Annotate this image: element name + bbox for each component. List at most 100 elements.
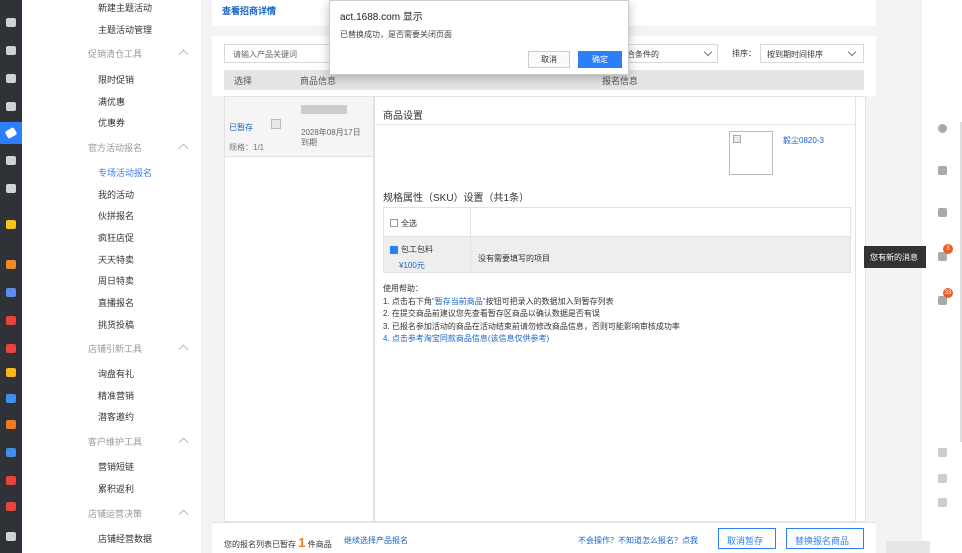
help-title: 使用帮助： bbox=[383, 284, 423, 293]
cancel-save-button[interactable]: 取消暂存 bbox=[718, 528, 776, 549]
home-icon[interactable] bbox=[4, 16, 18, 28]
sidebar-item-invite[interactable]: 潜客邀约 bbox=[98, 410, 134, 423]
box-icon[interactable] bbox=[4, 100, 18, 112]
panel-scrollbar[interactable] bbox=[855, 97, 865, 521]
dialog-ok-button[interactable]: 确定 bbox=[578, 51, 622, 68]
chevron-up-icon[interactable] bbox=[178, 437, 189, 448]
sidebar-item-coupon[interactable]: 优惠券 bbox=[98, 116, 125, 129]
sort-label: 排序： bbox=[732, 49, 756, 58]
back-to-top-icon[interactable] bbox=[938, 498, 947, 507]
list-icon[interactable] bbox=[4, 72, 18, 84]
sku-row: 包工包料 没有需要填写的项目 bbox=[384, 237, 850, 272]
chevron-up-icon[interactable] bbox=[178, 49, 189, 60]
sidebar-group-acquire[interactable]: 店铺引新工具 bbox=[88, 342, 142, 355]
sku-price: ¥100元 bbox=[399, 261, 425, 270]
sidebar-item-theme-manage[interactable]: 主题活动管理 bbox=[98, 23, 152, 36]
ticket-icon[interactable] bbox=[4, 418, 18, 430]
chevron-down-icon bbox=[703, 47, 713, 57]
red-app-icon[interactable] bbox=[4, 500, 18, 512]
select-all-label: 全选 bbox=[401, 219, 417, 228]
sidebar-item-live[interactable]: 直播报名 bbox=[98, 296, 134, 309]
new-message-tooltip: 您有新的消息 bbox=[864, 246, 926, 268]
app-icon-rail bbox=[0, 0, 22, 553]
sidebar-group-official[interactable]: 官方活动报名 bbox=[88, 141, 142, 154]
dialog-message: 已替换成功，是否需要关闭页面 bbox=[340, 30, 452, 39]
spec-count: 规格：1/1 bbox=[229, 143, 265, 152]
grid-icon[interactable] bbox=[4, 530, 18, 542]
sidebar-item-inquiry-gift[interactable]: 询盘有礼 bbox=[98, 367, 134, 380]
sidebar-item-sunday-sale[interactable]: 周日特卖 bbox=[98, 274, 134, 287]
bus-icon[interactable] bbox=[4, 314, 18, 326]
globe-icon[interactable] bbox=[4, 392, 18, 404]
sort-select[interactable]: 按到期时间排序 bbox=[760, 44, 864, 63]
notice-badge: 33 bbox=[943, 288, 953, 298]
chevron-up-icon[interactable] bbox=[178, 344, 189, 355]
sidebar-item-short-link[interactable]: 营销短链 bbox=[98, 460, 134, 473]
coin-icon[interactable] bbox=[4, 366, 18, 378]
replace-product-button[interactable]: 替换报名商品 bbox=[786, 528, 864, 549]
tag-icon[interactable] bbox=[0, 122, 22, 144]
star-icon[interactable] bbox=[4, 218, 18, 230]
sidebar-item-precise-marketing[interactable]: 精准营销 bbox=[98, 389, 134, 402]
sidebar-item-group-buy[interactable]: 伙拼报名 bbox=[98, 209, 134, 222]
chevron-down-icon bbox=[847, 47, 857, 57]
saved-count: 1 bbox=[298, 535, 306, 550]
sign-icon[interactable] bbox=[938, 208, 947, 217]
chart-icon[interactable] bbox=[4, 342, 18, 354]
gift-icon[interactable] bbox=[4, 474, 18, 486]
sidebar-item-new-theme[interactable]: 新建主题活动 bbox=[98, 1, 152, 14]
info-icon[interactable] bbox=[938, 124, 947, 133]
sidebar-group-retention[interactable]: 客户维护工具 bbox=[88, 435, 142, 448]
chevron-up-icon[interactable] bbox=[178, 509, 189, 520]
divider bbox=[375, 124, 855, 125]
sku-section-title: 规格属性（SKU）设置（共1条） bbox=[383, 193, 530, 204]
bottom-bar: 您的报名列表已暂存 1 件商品 继续选择产品报名 不会操作？不知道怎么报名？点我… bbox=[212, 522, 876, 553]
alert-dialog: act.1688.com 显示 已替换成功，是否需要关闭页面 取消 确定 bbox=[329, 0, 629, 75]
view-invite-details-link[interactable]: 查看招商详情 bbox=[222, 4, 276, 17]
broken-image-icon bbox=[733, 135, 741, 143]
product-image bbox=[729, 131, 773, 175]
sku-checkbox[interactable] bbox=[390, 246, 398, 254]
share-icon[interactable] bbox=[4, 182, 18, 194]
sidebar-item-store-data[interactable]: 店铺经营数据 bbox=[98, 532, 152, 545]
contact-icon[interactable] bbox=[4, 446, 18, 458]
sidebar-item-flash-sale[interactable]: 限时促销 bbox=[98, 73, 134, 86]
orange-app-icon[interactable] bbox=[4, 258, 18, 270]
select-all-checkbox[interactable] bbox=[390, 219, 398, 227]
redacted-area bbox=[886, 541, 930, 553]
dialog-cancel-button[interactable]: 取消 bbox=[528, 51, 570, 68]
sidebar-item-discount[interactable]: 满优惠 bbox=[98, 95, 125, 108]
user-icon[interactable] bbox=[4, 154, 18, 166]
chevron-up-icon[interactable] bbox=[178, 143, 189, 154]
sidebar-group-promo[interactable]: 促销清仓工具 bbox=[88, 47, 142, 60]
sidebar-group-operations[interactable]: 店铺运营决策 bbox=[88, 507, 142, 520]
sidebar-item-crazy-promo[interactable]: 疯狂店促 bbox=[98, 231, 134, 244]
sidebar-item-rebate[interactable]: 累积返利 bbox=[98, 482, 134, 495]
save-current-quote: "暂存当前商品" bbox=[431, 296, 486, 306]
product-name-link[interactable]: 毅尘0820-3 bbox=[783, 135, 824, 146]
product-title-redacted bbox=[301, 105, 347, 114]
help-line-1: 1. 点击右下角"暂存当前商品"按钮可把录入的数据加入到暂存列表 bbox=[383, 296, 614, 306]
sort-select-value: 按到期时间排序 bbox=[767, 50, 823, 59]
dialog-title: act.1688.com 显示 bbox=[340, 12, 423, 23]
clipboard-icon[interactable] bbox=[4, 44, 18, 56]
bookmark-icon[interactable] bbox=[938, 166, 947, 175]
sku-note: 没有需要填写的项目 bbox=[478, 254, 550, 263]
sidebar-item-my-events[interactable]: 我的活动 bbox=[98, 188, 134, 201]
help-link[interactable]: 不会操作？不知道怎么报名？点我 bbox=[578, 535, 698, 546]
continue-select-link[interactable]: 继续选择产品报名 bbox=[344, 535, 408, 546]
help-line-4-link[interactable]: 4. 点击参考淘宝同款商品信息(该信息仅供参考) bbox=[383, 333, 680, 346]
right-toolbar: 3 33 bbox=[922, 0, 962, 553]
sidebar-item-daily-sale[interactable]: 天天特卖 bbox=[98, 253, 134, 266]
feedback-icon[interactable] bbox=[938, 474, 947, 483]
sku-header-row: 全选 bbox=[384, 208, 850, 237]
product-card[interactable]: 已暂存 规格：1/1 2028年08月17日 到期 bbox=[225, 97, 373, 157]
saved-summary: 您的报名列表已暂存 1 件商品 bbox=[224, 535, 332, 550]
sidebar-item-special-event[interactable]: 专场活动报名 bbox=[98, 166, 152, 179]
header-product: 商品信息 bbox=[300, 76, 337, 86]
main-area: 查看招商详情 请输入产品关键词 符合条件的 排序： 按到期时间排序 选择 商品信… bbox=[202, 0, 922, 553]
phone-icon[interactable] bbox=[938, 448, 947, 457]
sidebar-item-pick-submit[interactable]: 挑货投稿 bbox=[98, 318, 134, 331]
mail-icon[interactable] bbox=[4, 286, 18, 298]
sku-table: 全选 包工包料 没有需要填写的项目 ¥100元 bbox=[383, 207, 851, 273]
